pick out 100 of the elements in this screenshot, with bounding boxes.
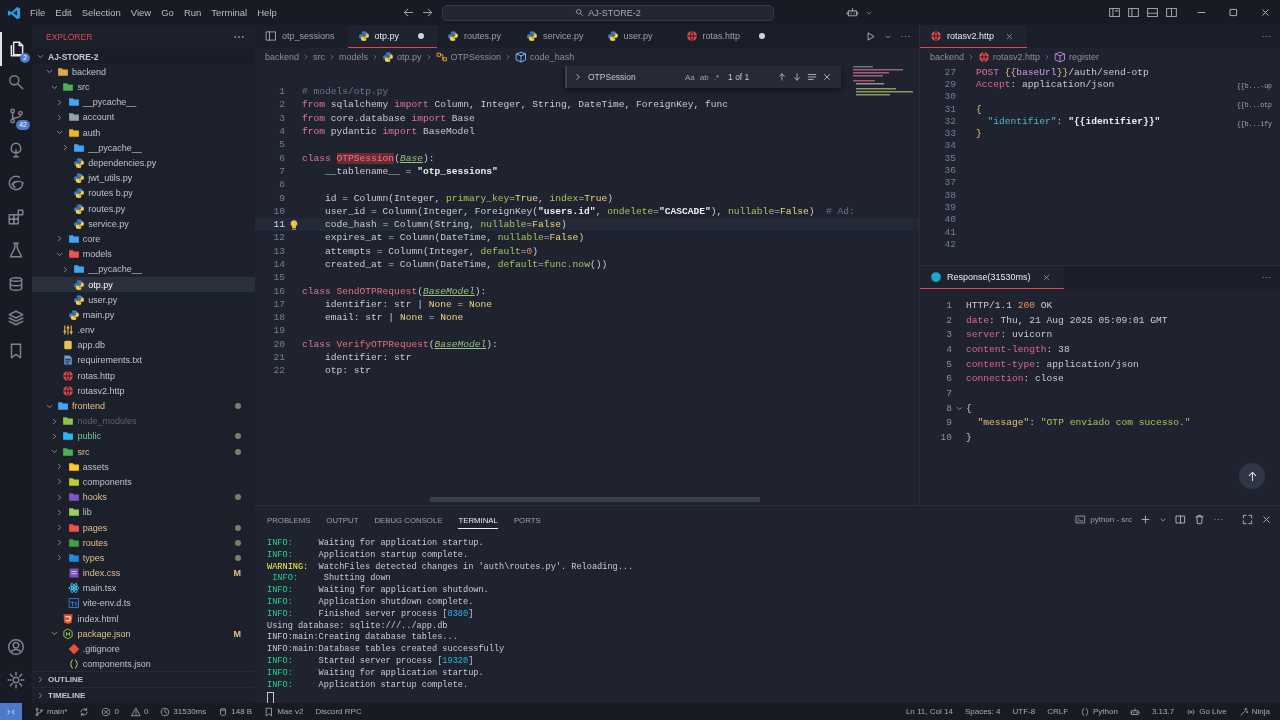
tree-item[interactable]: public	[32, 428, 255, 444]
status-item[interactable]: main*	[34, 706, 68, 717]
fullscreen-icon[interactable]	[1242, 514, 1253, 525]
editor-tab[interactable]: rotasv2.http	[920, 25, 1028, 48]
tree-item[interactable]: otp.py	[32, 276, 255, 293]
sidebar-toggle-icon[interactable]	[1127, 6, 1140, 19]
editor-tab[interactable]: service.py	[516, 25, 597, 48]
tree-item[interactable]: rotasv2.http	[32, 383, 255, 399]
menu-item[interactable]: View	[130, 7, 152, 18]
editor-tab[interactable]: Response(31530ms)	[920, 266, 1064, 289]
find-option-toggle[interactable]: Aa	[685, 72, 695, 82]
tree-item[interactable]: src	[32, 444, 255, 460]
close-icon[interactable]	[1041, 272, 1051, 282]
status-item[interactable]: UTF-8	[1012, 707, 1036, 716]
breadcrumb[interactable]: otp.py	[397, 52, 422, 62]
extensions-icon[interactable]	[7, 207, 25, 226]
tree-item[interactable]: user.py	[32, 292, 255, 308]
tree-item[interactable]: hooks	[32, 489, 255, 505]
layers-icon[interactable]	[7, 308, 25, 327]
menu-item[interactable]: Edit	[55, 7, 72, 18]
tree-item[interactable]: .gitignore	[32, 641, 255, 657]
breadcrumb[interactable]: OTPSession	[450, 52, 502, 62]
sync-icon[interactable]	[79, 706, 90, 717]
lines-icon[interactable]	[807, 72, 818, 82]
browser-icon[interactable]	[7, 174, 25, 193]
tree-item[interactable]: vite-env.d.ts	[32, 595, 255, 612]
plus-icon[interactable]	[1140, 514, 1151, 525]
editor-tab[interactable]: otp.py	[347, 25, 438, 48]
editor-tab[interactable]: rotas.http	[675, 25, 779, 48]
close-icon[interactable]	[1005, 31, 1015, 41]
search-box[interactable]: AJ-STORE-2	[442, 4, 774, 21]
search-icon[interactable]	[7, 73, 25, 92]
status-item[interactable]: 0	[101, 706, 119, 717]
run-icon[interactable]	[865, 31, 876, 42]
breadcrumb[interactable]: backend	[265, 52, 300, 62]
editor-tab[interactable]: user.py	[596, 25, 676, 48]
tree-item[interactable]: main.py	[32, 307, 255, 323]
breadcrumb[interactable]: backend	[930, 52, 965, 62]
tree-item[interactable]: src	[32, 79, 255, 95]
find-field[interactable]: OTPSession	[588, 72, 680, 82]
terminal-profile[interactable]: python - src	[1075, 514, 1132, 525]
breadcrumb[interactable]: code_hash	[530, 52, 575, 62]
status-item[interactable]: 148 B	[218, 706, 253, 717]
split-layout-icon[interactable]	[1165, 6, 1178, 19]
tree-item[interactable]: auth	[32, 125, 255, 141]
scroll-to-top-button[interactable]	[1239, 463, 1265, 489]
tree-item[interactable]: core	[32, 231, 255, 247]
status-item[interactable]: Python	[1080, 706, 1118, 717]
status-item[interactable]: Mae v2	[264, 706, 304, 717]
status-item[interactable]: Spaces: 4	[964, 707, 1001, 716]
status-item[interactable]: Ln 11, Col 14	[905, 707, 953, 716]
settings-icon[interactable]	[7, 671, 25, 690]
tree-item[interactable]: lib	[32, 504, 255, 520]
menu-item[interactable]: File	[30, 7, 46, 18]
status-item[interactable]: Go Live	[1186, 706, 1227, 717]
tree-item[interactable]: __pycache__	[32, 140, 255, 156]
panel-toggle-icon[interactable]	[1146, 6, 1159, 19]
layout-icon[interactable]	[1108, 6, 1121, 19]
tree-item[interactable]: types	[32, 550, 255, 566]
tree-item[interactable]: pages	[32, 519, 255, 536]
close-icon[interactable]	[1260, 7, 1271, 18]
tree-item[interactable]: components	[32, 474, 255, 490]
tree-item[interactable]: assets	[32, 459, 255, 475]
tree-item[interactable]: package.json M	[32, 626, 255, 642]
branch-icon[interactable]	[7, 107, 25, 125]
menu-item[interactable]: Help	[257, 7, 277, 18]
breadcrumb[interactable]: models	[339, 52, 369, 62]
find-option-toggle[interactable]: ab	[699, 72, 709, 82]
split-icon[interactable]	[1175, 514, 1186, 525]
breadcrumb[interactable]: register	[1069, 52, 1100, 62]
editor-tab[interactable]: routes.py	[437, 25, 517, 48]
section-header[interactable]: OUTLINE	[32, 671, 255, 687]
status-item[interactable]: 31530ms	[160, 706, 207, 717]
tree-item[interactable]: app.db	[32, 337, 255, 353]
robot-icon[interactable]	[846, 6, 859, 19]
tree-item[interactable]: frontend	[32, 398, 255, 414]
tree-item[interactable]: routes.py	[32, 201, 255, 217]
robot-icon[interactable]	[1129, 706, 1140, 717]
workspace-header[interactable]: AJ-STORE-2	[32, 49, 255, 65]
minimap[interactable]	[853, 66, 913, 98]
forward-arrow-icon[interactable]	[421, 6, 434, 19]
status-item[interactable]: Discord RPC	[315, 707, 362, 716]
breadcrumb[interactable]: src	[313, 52, 326, 62]
status-item[interactable]: 3.13.7	[1151, 707, 1175, 716]
tree-item[interactable]: account	[32, 109, 255, 126]
tree-item[interactable]: index.html	[32, 611, 255, 627]
tree-item[interactable]: backend	[32, 64, 255, 80]
status-item[interactable]: CRLF	[1047, 707, 1069, 716]
close-icon[interactable]	[1261, 514, 1272, 525]
find-option-toggle[interactable]: .*	[713, 72, 720, 82]
tree-item[interactable]: index.css M	[32, 565, 255, 581]
tree-item[interactable]: routes b.py	[32, 185, 255, 201]
tree-item[interactable]: dependencies.py	[32, 155, 255, 171]
menu-item[interactable]: Selection	[81, 7, 121, 18]
menu-item[interactable]: Terminal	[211, 7, 248, 18]
maximize-icon[interactable]	[1228, 7, 1239, 18]
menu-item[interactable]: Run	[183, 7, 202, 18]
database-icon[interactable]	[7, 274, 25, 293]
tree-item[interactable]: components.json	[32, 656, 255, 671]
close-icon[interactable]	[822, 72, 833, 82]
